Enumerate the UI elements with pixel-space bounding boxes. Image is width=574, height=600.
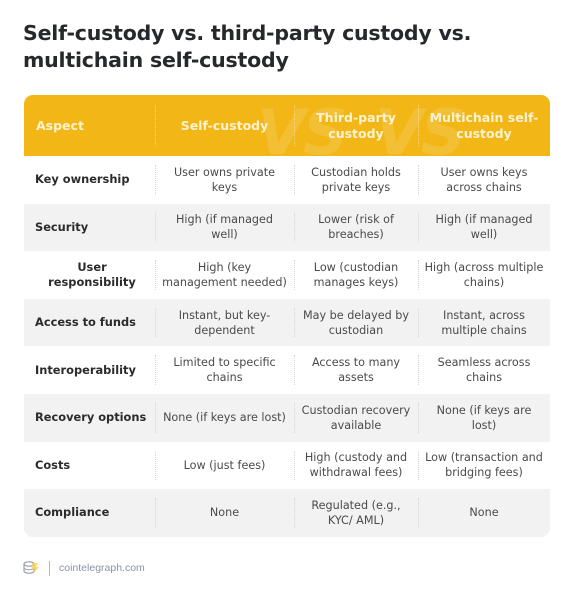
table-row: Recovery options None (if keys are lost)… — [24, 393, 550, 442]
row-aspect: Recovery options — [35, 410, 147, 425]
cell-third-party: Low (custodian manages keys) — [294, 251, 418, 299]
cell-multichain: User owns keys across chains — [418, 156, 550, 204]
footer: cointelegraph.com — [22, 559, 145, 577]
cell-third-party: Custodian holds private keys — [294, 156, 418, 204]
cell-multichain: High (if managed well) — [418, 204, 550, 252]
table-row: User responsibility High (key management… — [24, 251, 550, 299]
cell-self-custody: User owns private keys — [155, 156, 294, 204]
table-row: Key ownership User owns private keys Cus… — [24, 156, 550, 204]
header-aspect: Aspect — [36, 117, 84, 133]
table-header: VS VS Aspect Self-custody Third-party cu… — [24, 95, 550, 156]
row-aspect: Interoperability — [35, 362, 136, 377]
table-row: Security High (if managed well) Lower (r… — [24, 203, 550, 252]
cell-self-custody: High (if managed well) — [155, 204, 294, 252]
cell-self-custody: High (key management needed) — [155, 251, 294, 299]
cell-multichain: Seamless across chains — [418, 346, 550, 394]
cell-self-custody: Limited to specific chains — [155, 346, 294, 394]
cell-third-party: Regulated (e.g., KYC/ AML) — [294, 489, 418, 537]
row-aspect: Compliance — [35, 505, 110, 520]
cell-multichain: Low (transaction and bridging fees) — [418, 442, 550, 490]
site-name: cointelegraph.com — [59, 562, 145, 574]
table-row: Compliance None Regulated (e.g., KYC/ AM… — [24, 489, 550, 537]
cell-self-custody: Instant, but key-dependent — [155, 299, 294, 347]
cell-third-party: Access to many assets — [294, 346, 418, 394]
row-aspect: Access to funds — [35, 315, 136, 330]
cell-third-party: Lower (risk of breaches) — [294, 204, 418, 252]
row-aspect: Costs — [35, 457, 71, 472]
cell-self-custody: None — [155, 489, 294, 537]
row-aspect: Security — [35, 219, 89, 234]
cell-third-party: High (custody and withdrawal fees) — [294, 442, 418, 490]
cell-third-party: Custodian recovery available — [294, 394, 418, 442]
cell-self-custody: Low (just fees) — [155, 442, 294, 490]
row-aspect: Key ownership — [35, 172, 130, 187]
table-row: Costs Low (just fees) High (custody and … — [24, 441, 550, 490]
cell-self-custody: None (if keys are lost) — [155, 394, 294, 442]
cell-third-party: May be delayed by custodian — [294, 299, 418, 347]
header-third-party-custody: Third-party custody — [294, 95, 418, 156]
cell-multichain: Instant, across multiple chains — [418, 299, 550, 347]
cell-multichain: None — [418, 489, 550, 537]
header-self-custody: Self-custody — [155, 95, 294, 156]
row-aspect: User responsibility — [48, 259, 136, 289]
cell-multichain: None (if keys are lost) — [418, 394, 550, 442]
page-title: Self-custody vs. third-party custody vs.… — [23, 21, 472, 72]
cointelegraph-logo-icon — [22, 560, 40, 576]
header-multichain-self-custody: Multichain self-custody — [418, 95, 550, 156]
comparison-table: VS VS Aspect Self-custody Third-party cu… — [24, 95, 550, 537]
table-row: Access to funds Instant, but key-depende… — [24, 298, 550, 347]
footer-divider — [49, 560, 50, 576]
cell-multichain: High (across multiple chains) — [418, 251, 550, 299]
table-row: Interoperability Limited to specific cha… — [24, 346, 550, 394]
